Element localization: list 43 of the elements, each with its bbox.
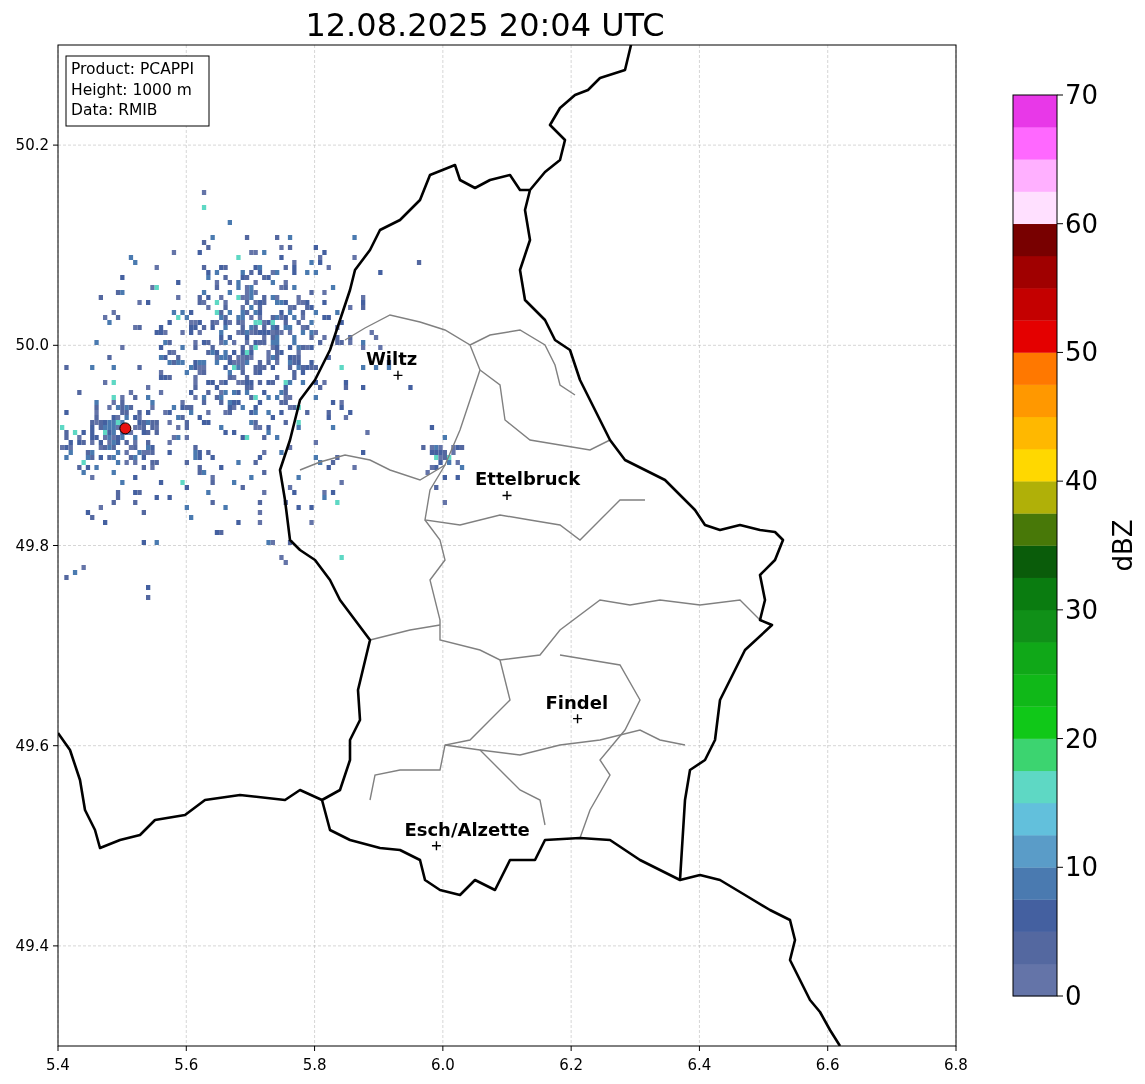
info-text: Product: PCAPPI xyxy=(71,60,195,78)
colorbar-tick xyxy=(1056,866,1064,868)
y-tick-label: 50.2 xyxy=(15,136,49,155)
cross-marker-icon xyxy=(431,840,442,851)
colorbar-tick-label: 70 xyxy=(1065,80,1099,110)
plot-title: 12.08.2025 20:04 UTC xyxy=(305,6,665,44)
city-label: Ettelbruck xyxy=(475,468,581,490)
cross-marker-icon xyxy=(572,713,583,724)
colorbar-tick-label: 60 xyxy=(1065,208,1099,239)
colorbar-tick-label: 10 xyxy=(1065,852,1099,883)
y-tick-label: 49.8 xyxy=(15,536,49,555)
y-tick-label: 50.0 xyxy=(15,336,49,355)
colorbar-tick-label: 30 xyxy=(1065,594,1099,625)
cross-marker-icon xyxy=(501,490,513,501)
colorbar-label: dBZ xyxy=(1108,519,1138,572)
x-tick-label: 5.4 xyxy=(46,1056,70,1074)
x-tick-label: 6.8 xyxy=(944,1056,968,1074)
city-label: Esch/Alzette xyxy=(404,818,530,840)
x-tick-label: 6.6 xyxy=(815,1056,840,1074)
info-text: Height: 1000 m xyxy=(71,80,192,99)
y-tick-label: 49.4 xyxy=(15,936,49,955)
x-tick-label: 6.2 xyxy=(559,1056,584,1074)
colorbar-tick-label: 0 xyxy=(1065,981,1082,1011)
colorbar-tick-label: 50 xyxy=(1065,337,1099,368)
city-label: Findel xyxy=(545,691,609,713)
x-tick-label: 5.6 xyxy=(174,1056,199,1074)
colorbar-tick xyxy=(1056,738,1064,740)
x-tick-label: 5.8 xyxy=(302,1056,327,1074)
colorbar-tick xyxy=(1056,609,1064,611)
radar-site-marker xyxy=(119,422,132,435)
colorbar-tick xyxy=(1056,995,1064,997)
info-text: Data: RMIB xyxy=(71,101,158,119)
colorbar-tick-label: 40 xyxy=(1065,466,1099,497)
x-tick-label: 6.4 xyxy=(687,1056,712,1074)
x-tick-label: 6.0 xyxy=(430,1056,455,1074)
colorbar-tick xyxy=(1056,480,1064,482)
colorbar-tick-label: 20 xyxy=(1065,723,1099,754)
colorbar-tick xyxy=(1056,94,1064,96)
colorbar-tick xyxy=(1056,223,1064,225)
y-tick-label: 49.6 xyxy=(15,736,49,755)
city-label: Wiltz xyxy=(365,348,418,370)
colorbar-tick xyxy=(1056,351,1064,353)
cross-marker-icon xyxy=(392,370,404,381)
